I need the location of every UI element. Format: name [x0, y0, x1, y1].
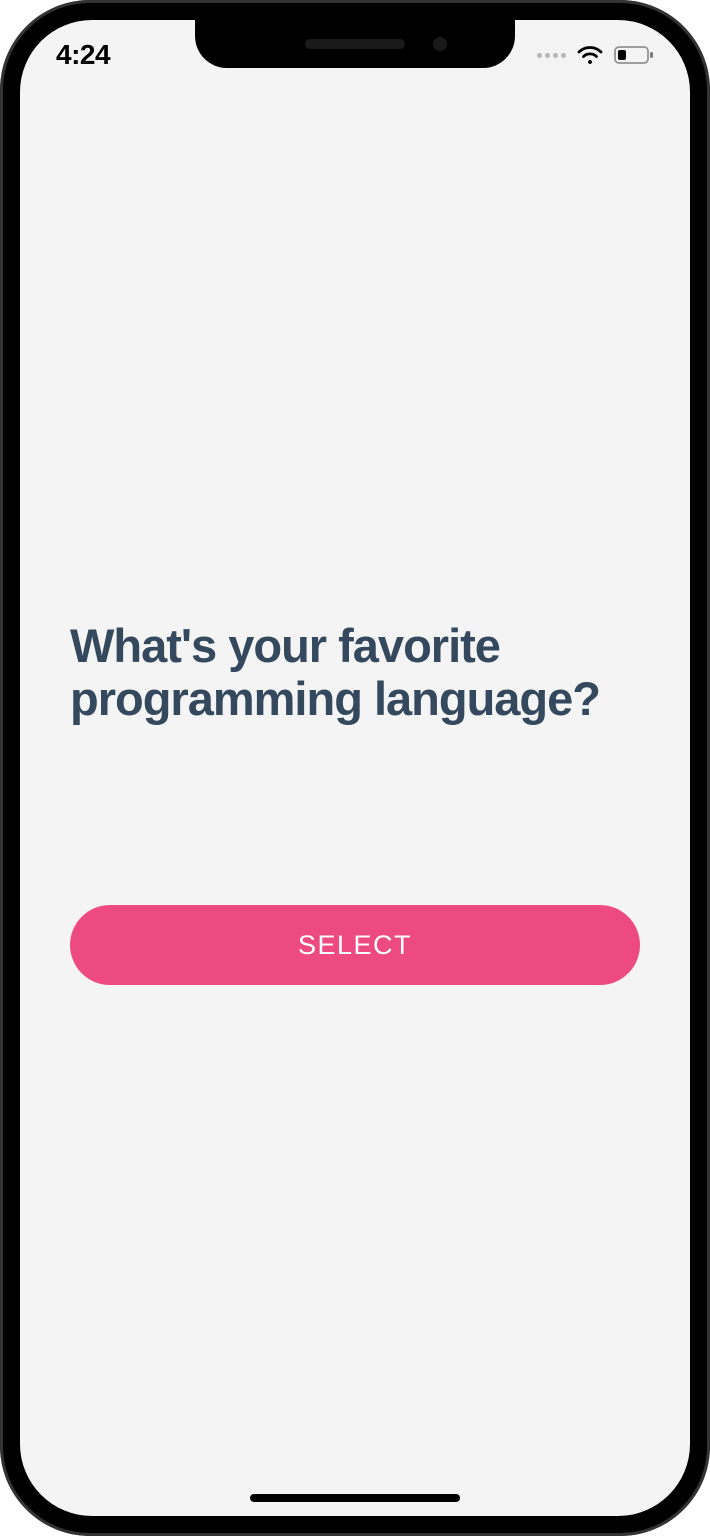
question-title: What's your favorite programming languag…	[70, 620, 640, 725]
main-content: What's your favorite programming languag…	[20, 20, 690, 1516]
notch	[195, 20, 515, 68]
notch-speaker	[305, 39, 405, 49]
signal-dots-icon	[537, 53, 566, 58]
status-time: 4:24	[56, 39, 110, 71]
battery-icon	[614, 45, 654, 65]
question-block: What's your favorite programming languag…	[70, 620, 640, 725]
home-indicator[interactable]	[250, 1494, 460, 1502]
status-right	[537, 44, 654, 66]
notch-camera	[433, 37, 447, 51]
wifi-icon	[576, 44, 604, 66]
screen: 4:24	[20, 20, 690, 1516]
select-button[interactable]: SELECT	[70, 905, 640, 985]
phone-frame: 4:24	[0, 0, 710, 1536]
